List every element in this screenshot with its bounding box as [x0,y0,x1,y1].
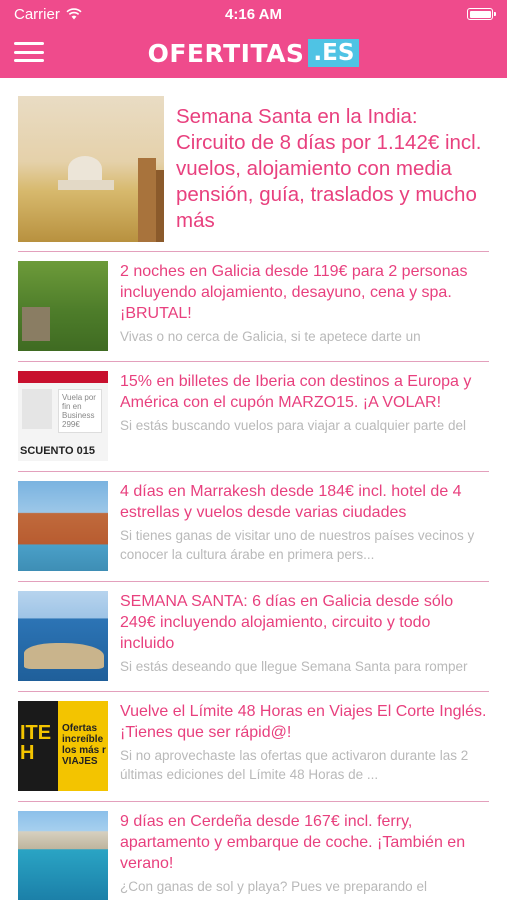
menu-line [14,59,44,62]
article-title[interactable]: 2 noches en Galicia desde 119€ para 2 pe… [120,261,489,324]
menu-line [14,50,44,54]
article-thumbnail-el-corte-ingles[interactable]: ITE H Ofertas increíble los más r VIAJES [18,701,108,791]
article-item[interactable]: 4 días en Marrakesh desde 184€ incl. hot… [18,472,489,582]
promo-letters: ITE H [20,722,52,764]
taj-mahal-dome [68,156,102,182]
article-text: 4 días en Marrakesh desde 184€ incl. hot… [120,481,489,571]
app-logo[interactable]: OFERTITAS .ES [148,39,360,68]
article-text: 2 noches en Galicia desde 119€ para 2 pe… [120,261,489,351]
promo-text: Ofertas increíble los más r VIAJES [62,723,106,767]
battery-icon [467,8,496,20]
article-excerpt: Si estás buscando vuelos para viajar a c… [120,418,466,433]
article-thumbnail-cerdena[interactable] [18,811,108,900]
article-title[interactable]: Semana Santa en la India: Circuito de 8 … [176,104,489,234]
article-item[interactable]: ITE H Ofertas increíble los más r VIAJES… [18,692,489,802]
article-item[interactable]: 2 noches en Galicia desde 119€ para 2 pe… [18,252,489,362]
article-thumbnail-iberia[interactable]: Vuela por fin en Business 299€ SCUENTO 0… [18,371,108,461]
status-left: Carrier [14,6,82,23]
article-text: 9 días en Cerdeña desde 167€ incl. ferry… [120,811,489,900]
article-text: Vuelve el Límite 48 Horas en Viajes El C… [120,701,489,791]
article-feed: Semana Santa en la India: Circuito de 8 … [0,78,507,900]
article-thumbnail-india[interactable] [18,96,164,242]
article-item[interactable]: SEMANA SANTA: 6 días en Galicia desde só… [18,582,489,692]
article-thumbnail-galicia-spa[interactable] [18,261,108,351]
article-title[interactable]: 9 días en Cerdeña desde 167€ incl. ferry… [120,811,489,874]
article-thumbnail-marrakesh[interactable] [18,481,108,571]
article-title[interactable]: Vuelve el Límite 48 Horas en Viajes El C… [120,701,489,743]
article-excerpt: Si no aprovechaste las ofertas que activ… [120,748,469,782]
article-text: 15% en billetes de Iberia con destinos a… [120,371,489,461]
status-bar: Carrier 4:16 AM [0,0,507,28]
article-item-featured[interactable]: Semana Santa en la India: Circuito de 8 … [18,78,489,252]
article-title[interactable]: SEMANA SANTA: 6 días en Galicia desde só… [120,591,489,654]
article-title[interactable]: 15% en billetes de Iberia con destinos a… [120,371,489,413]
taj-mahal-base [58,180,114,190]
article-text: Semana Santa en la India: Circuito de 8 … [176,96,489,242]
article-title[interactable]: 4 días en Marrakesh desde 184€ incl. hot… [120,481,489,523]
iberia-caption: SCUENTO 015 [20,445,95,457]
article-text: SEMANA SANTA: 6 días en Galicia desde só… [120,591,489,681]
stone-house [22,307,50,341]
coastal-rock [24,643,104,669]
battery-fill [469,10,491,18]
nav-bar: OFERTITAS .ES [0,28,507,78]
article-excerpt: ¿Con ganas de sol y playa? Pues ve prepa… [120,879,427,894]
iberia-form [22,389,52,429]
iberia-promo-panel: Vuela por fin en Business 299€ [58,389,102,433]
article-item[interactable]: Vuela por fin en Business 299€ SCUENTO 0… [18,362,489,472]
logo-tld-badge: .ES [308,39,360,67]
article-excerpt: Vivas o no cerca de Galicia, si te apete… [120,329,421,344]
article-thumbnail-galicia-coast[interactable] [18,591,108,681]
logo-main-text: OFERTITAS [147,38,305,68]
fort-tower [138,158,156,242]
promo-dark-block: ITE H [18,701,58,791]
wifi-icon [66,8,82,20]
article-excerpt: Si tienes ganas de visitar uno de nuestr… [120,528,475,562]
menu-line [14,42,44,45]
carrier-label: Carrier [14,5,60,23]
hamburger-menu-button[interactable] [14,40,44,64]
article-item[interactable]: 9 días en Cerdeña desde 167€ incl. ferry… [18,802,489,900]
article-excerpt: Si estás deseando que llegue Semana Sant… [120,659,468,674]
iberia-header-bar [18,371,108,383]
